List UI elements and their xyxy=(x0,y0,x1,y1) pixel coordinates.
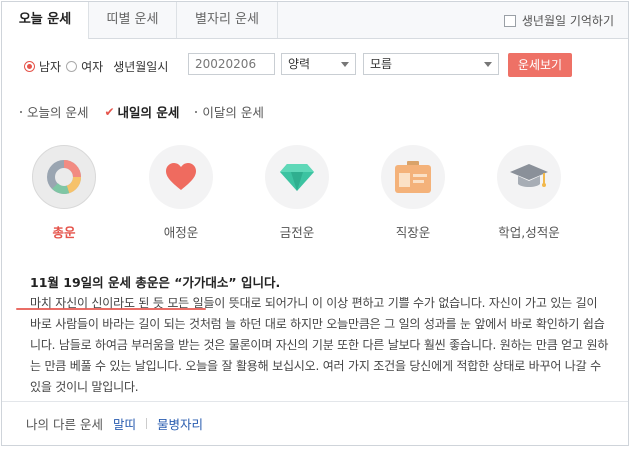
birthdate-input[interactable]: 20020206 xyxy=(188,53,275,75)
subtab-tomorrow-label: 내일의 운세 xyxy=(117,105,180,120)
remember-checkbox[interactable] xyxy=(503,14,516,27)
subtab-today-label: 오늘의 운세 xyxy=(27,105,89,120)
subtab-this-month[interactable]: 이달의 운세 xyxy=(195,102,264,121)
bullet-icon xyxy=(195,110,198,113)
category-study-label: 학업,성적운 xyxy=(498,225,560,240)
footer-link-zodiac-animal[interactable]: 말띠 xyxy=(113,414,136,433)
category-overall-label: 총운 xyxy=(52,225,76,240)
subtab-this-month-label: 이달의 운세 xyxy=(202,105,264,120)
calendar-type-value: 양력 xyxy=(288,57,311,71)
heart-icon xyxy=(149,145,213,209)
graduation-cap-icon xyxy=(497,145,561,209)
category-money-label: 금전운 xyxy=(279,225,315,240)
gender-female-radio[interactable] xyxy=(66,60,78,72)
gender-female-label[interactable]: 여자 xyxy=(81,58,103,75)
result-body: 마치 자신이 신이라도 된 듯 모든 일들이 뜻대로 되어가니 이 이상 편하고… xyxy=(30,296,609,394)
diamond-icon xyxy=(265,145,329,209)
birth-label: 생년월일시 xyxy=(113,59,169,74)
view-fortune-button[interactable]: 운세보기 xyxy=(508,53,572,77)
category-work-label: 직장운 xyxy=(395,225,431,240)
pie-chart-icon xyxy=(32,145,96,209)
chevron-down-icon xyxy=(341,62,349,67)
category-love[interactable]: 애정운 xyxy=(148,145,214,241)
id-card-icon xyxy=(381,145,445,209)
category-love-label: 애정운 xyxy=(163,225,199,240)
category-overall[interactable]: 총운 xyxy=(31,145,97,241)
category-work[interactable]: 직장운 xyxy=(380,145,446,241)
tab-today-fortune[interactable]: 오늘 운세 xyxy=(2,2,89,39)
subtab-today[interactable]: 오늘의 운세 xyxy=(20,102,88,121)
birth-time-value: 모름 xyxy=(370,57,393,71)
tab-constellation-fortune[interactable]: 별자리 운세 xyxy=(177,2,278,38)
result-title: 11월 19일의 운세 총운은 “가가대소” 입니다. xyxy=(30,275,281,290)
category-study[interactable]: 학업,성적운 xyxy=(496,145,562,241)
category-money[interactable]: 금전운 xyxy=(264,145,330,241)
footer-label: 나의 다른 운세 xyxy=(26,417,103,432)
footer-link-constellation[interactable]: 물병자리 xyxy=(157,414,203,433)
gender-male-radio[interactable] xyxy=(24,60,35,72)
check-icon: ✔ xyxy=(104,104,115,119)
divider xyxy=(145,418,147,429)
remember-label: 생년월일 기억하기 xyxy=(521,14,614,28)
fortune-widget: 오늘 운세 띠별 운세 별자리 운세 생년월일 기억하기 남자 여자 생년월일시… xyxy=(1,1,629,446)
remember-birthdate[interactable]: 생년월일 기억하기 xyxy=(503,12,614,29)
bullet-icon xyxy=(20,110,22,113)
tab-bar: 오늘 운세 띠별 운세 별자리 운세 생년월일 기억하기 xyxy=(2,2,628,39)
gender-male-label[interactable]: 남자 xyxy=(39,58,61,75)
subtab-tomorrow[interactable]: ✔ 내일의 운세 xyxy=(104,102,179,121)
chevron-down-icon xyxy=(484,62,492,67)
calendar-type-select[interactable]: 양력 xyxy=(281,53,356,75)
footer-other-fortunes: 나의 다른 운세 말띠 물병자리 xyxy=(2,401,628,445)
period-tabs: 오늘의 운세 ✔ 내일의 운세 이달의 운세 xyxy=(20,102,280,121)
birth-form: 남자 여자 생년월일시 xyxy=(24,55,168,77)
birth-time-select[interactable]: 모름 xyxy=(363,53,499,75)
tab-zodiac-animal-fortune[interactable]: 띠별 운세 xyxy=(89,2,177,38)
